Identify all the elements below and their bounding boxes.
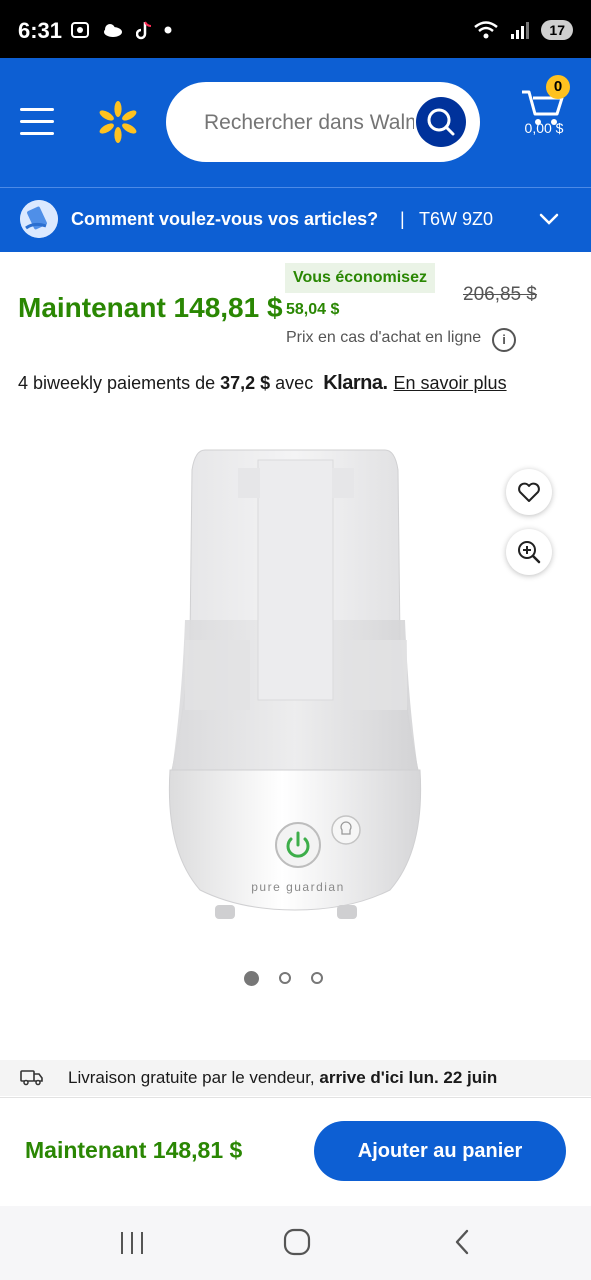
menu-icon[interactable] bbox=[20, 108, 54, 136]
heart-icon bbox=[518, 482, 540, 502]
shipping-eta: arrive d'ici lun. 22 juin bbox=[319, 1068, 498, 1087]
system-nav-bar bbox=[0, 1206, 591, 1280]
shipping-text: Livraison gratuite par le vendeur, bbox=[68, 1068, 320, 1087]
status-time: 6:31 bbox=[18, 18, 63, 43]
add-to-cart-button[interactable]: Ajouter au panier bbox=[314, 1121, 566, 1181]
original-price: 206,85 $ bbox=[463, 284, 537, 305]
back-icon[interactable] bbox=[452, 1228, 472, 1256]
search-input[interactable] bbox=[202, 100, 416, 146]
signal-icon bbox=[511, 22, 530, 39]
info-icon[interactable]: i bbox=[492, 328, 516, 352]
sticky-price: Maintenant 148,81 $ bbox=[25, 1137, 243, 1163]
carousel-dot[interactable] bbox=[311, 972, 323, 984]
delivery-prompt[interactable]: Comment voulez-vous vos articles? bbox=[71, 209, 378, 230]
status-notification-icons bbox=[70, 20, 172, 40]
savings-badge: Vous économisez bbox=[285, 263, 435, 293]
delivery-icon bbox=[20, 200, 58, 238]
status-bar: 6:31 17 bbox=[0, 0, 591, 58]
search-button[interactable] bbox=[416, 97, 466, 147]
zoom-button[interactable] bbox=[506, 529, 552, 575]
carousel-dot[interactable] bbox=[244, 971, 259, 986]
cart-total[interactable]: 0,00 $ bbox=[514, 120, 574, 136]
favorite-button[interactable] bbox=[506, 469, 552, 515]
home-icon[interactable] bbox=[283, 1228, 311, 1256]
chevron-down-icon[interactable] bbox=[538, 208, 560, 230]
battery-level: 17 bbox=[541, 20, 573, 40]
postal-code[interactable]: T6W 9Z0 bbox=[419, 209, 493, 230]
klarna-logo: Klarna. bbox=[323, 372, 388, 394]
klarna-installments: 4 biweekly paiements de 37,2 $ avec Klarn… bbox=[18, 372, 507, 395]
klarna-amount: 37,2 $ bbox=[220, 373, 271, 393]
shipping-info: Livraison gratuite par le vendeur, arriv… bbox=[68, 1068, 497, 1088]
truck-icon bbox=[20, 1070, 43, 1086]
cart-count-badge: 0 bbox=[546, 75, 570, 99]
search-bar bbox=[166, 82, 480, 162]
screen-record-icon bbox=[71, 22, 89, 38]
klarna-prefix: 4 biweekly paiements de bbox=[18, 373, 221, 393]
zoom-in-icon bbox=[518, 541, 541, 564]
spark-logo-icon[interactable] bbox=[96, 100, 140, 144]
status-system-icons: 17 bbox=[473, 20, 573, 40]
recent-apps-icon[interactable] bbox=[118, 1230, 146, 1256]
product-image[interactable]: pure guardian bbox=[150, 440, 440, 930]
more-notifications-dot-icon bbox=[164, 26, 172, 34]
current-price: Maintenant 148,81 $ bbox=[18, 292, 283, 323]
search-icon bbox=[427, 108, 455, 136]
weather-icon bbox=[104, 24, 122, 37]
product-brand-label: pure guardian bbox=[251, 880, 345, 894]
online-price-note: Prix en cas d'achat en ligne bbox=[286, 329, 482, 346]
delivery-separator: | bbox=[400, 209, 405, 229]
klarna-middle: avec bbox=[270, 373, 314, 393]
carousel-indicators bbox=[244, 971, 323, 986]
carousel-dot[interactable] bbox=[279, 972, 291, 984]
tiktok-icon bbox=[136, 21, 152, 40]
savings-amount: 58,04 $ bbox=[286, 301, 340, 318]
wifi-icon bbox=[474, 21, 499, 39]
klarna-learn-more-link[interactable]: En savoir plus bbox=[394, 373, 507, 393]
